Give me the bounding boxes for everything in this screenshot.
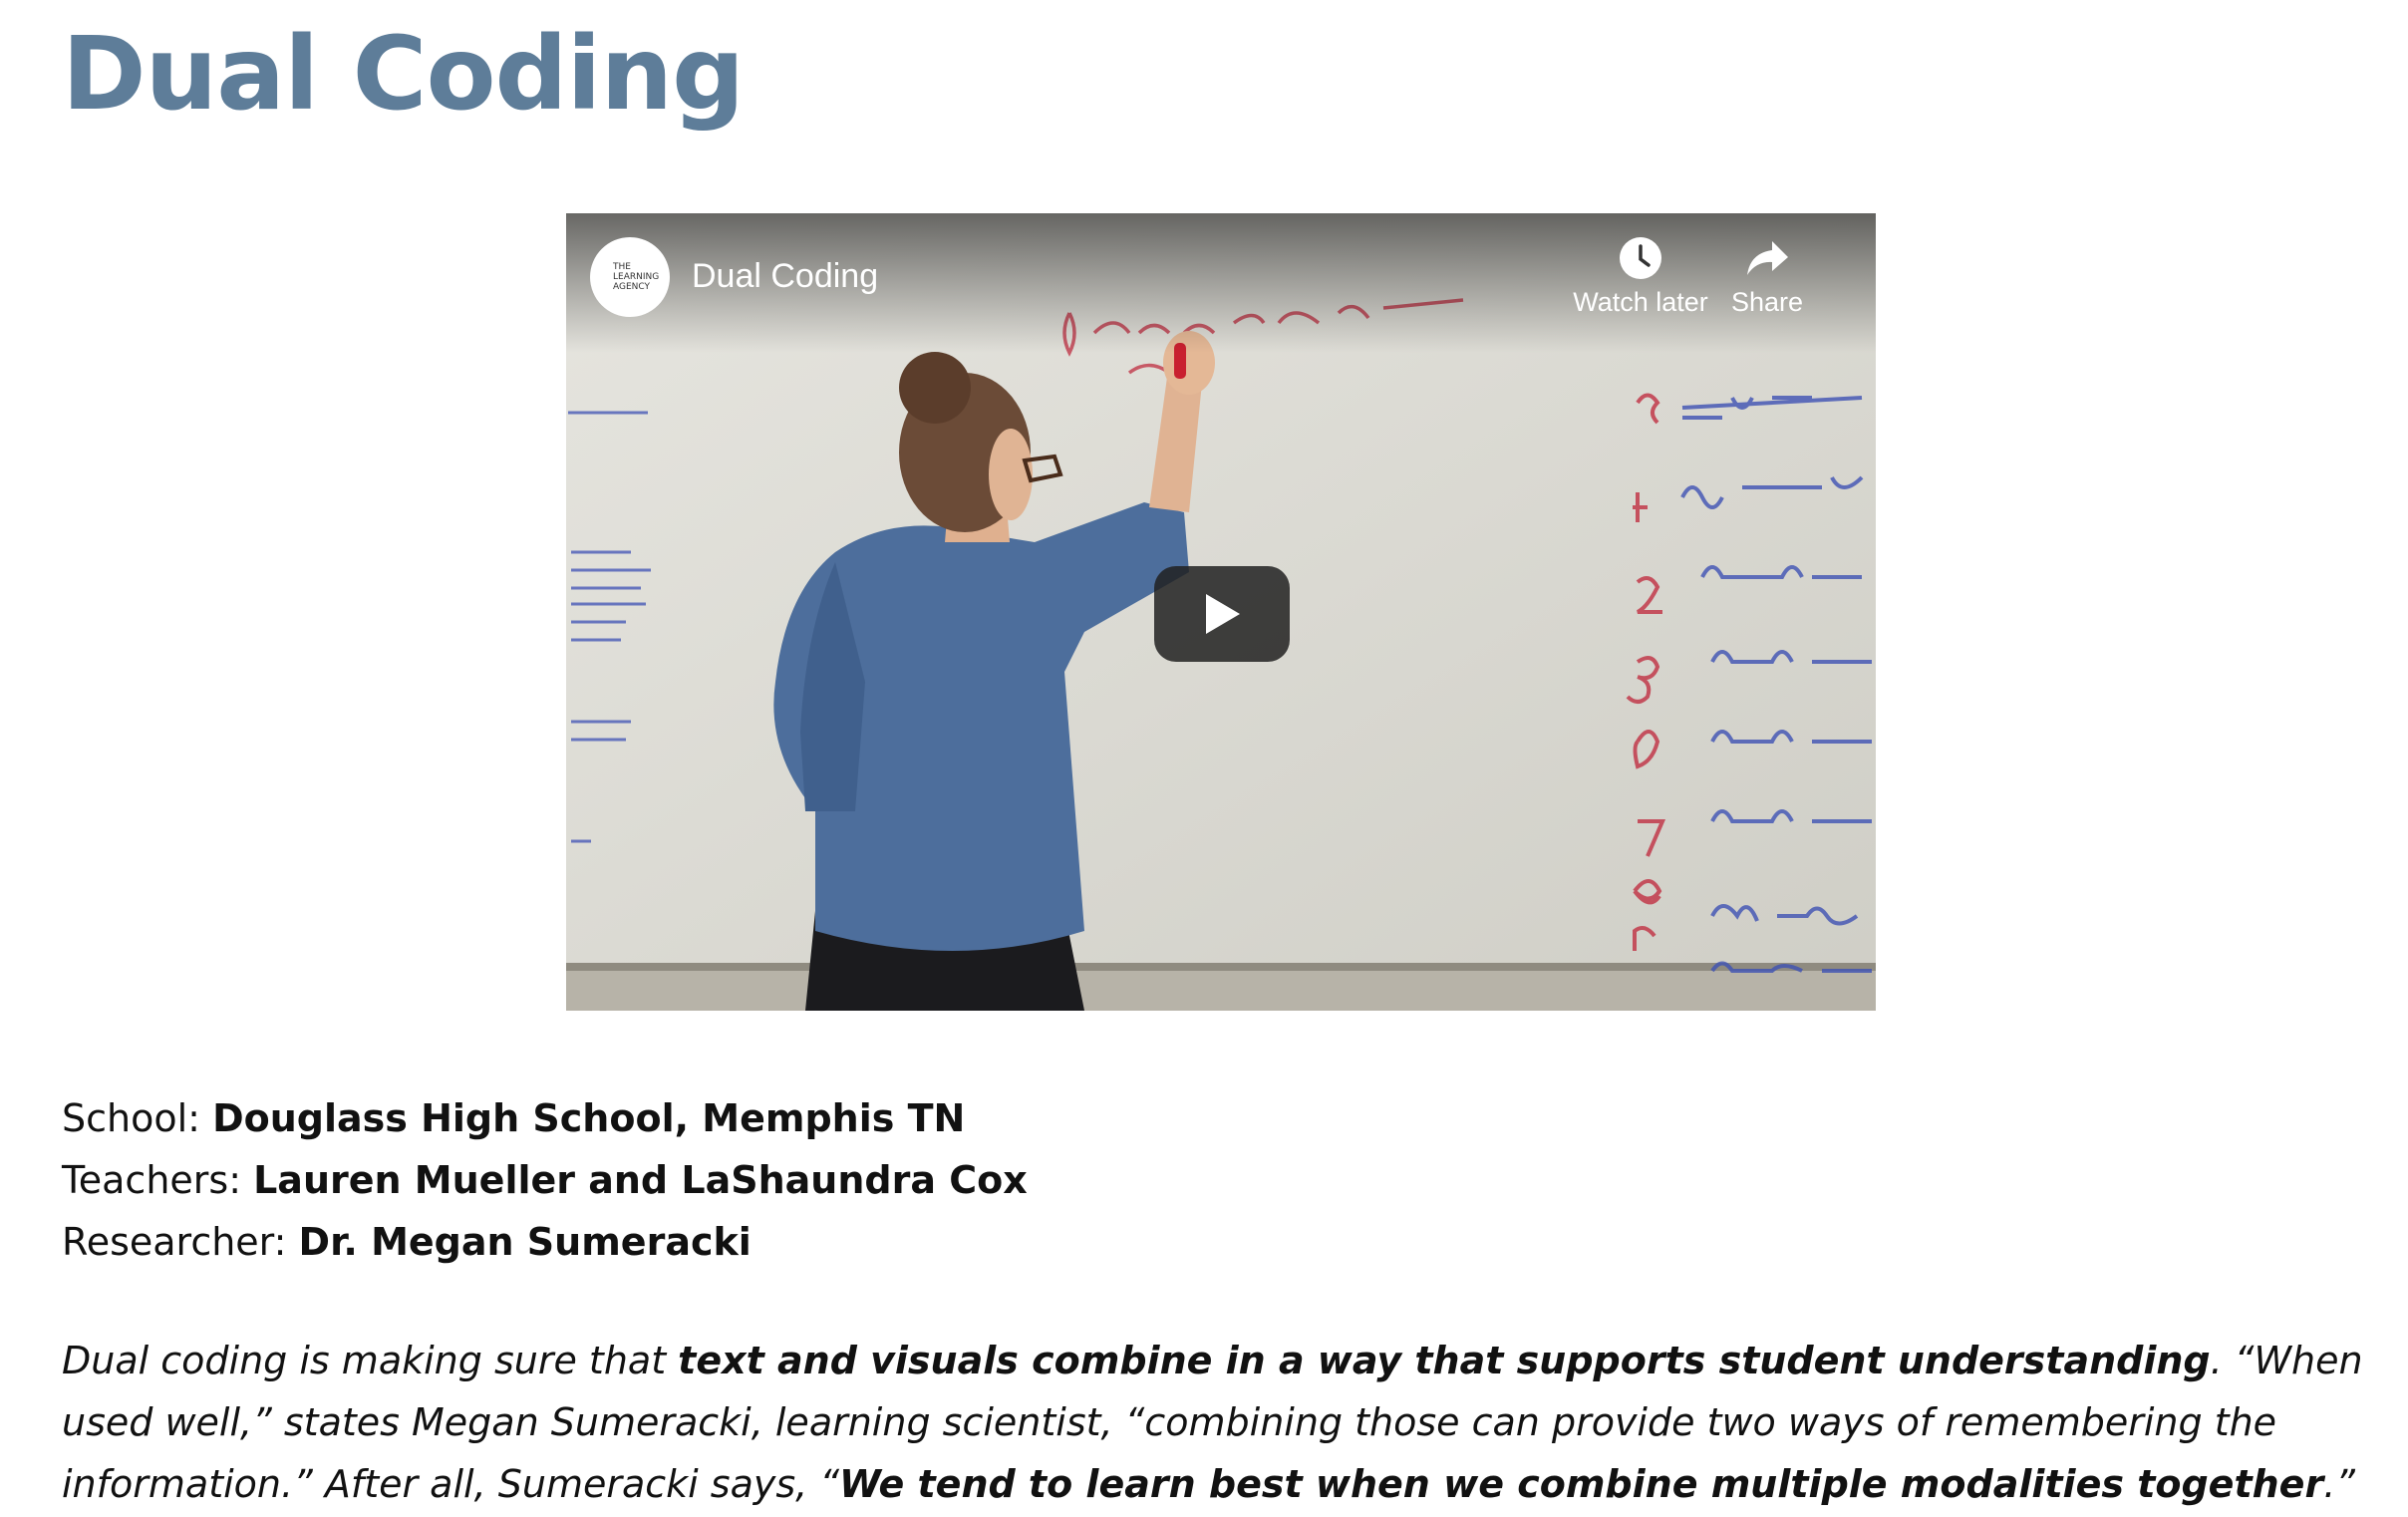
school-value: Douglass High School, Memphis TN (212, 1096, 966, 1140)
researcher-label: Researcher: (62, 1220, 287, 1264)
quote-part-3: .” (2323, 1462, 2355, 1506)
teachers-value: Lauren Mueller and LaShaundra Cox (253, 1158, 1028, 1202)
share-label: Share (1730, 287, 1804, 317)
channel-logo-text: THE LEARNING AGENCY (613, 262, 660, 292)
quote-emphasis-2: We tend to learn best when we combine mu… (839, 1462, 2324, 1506)
researcher-value: Dr. Megan Sumeracki (298, 1220, 752, 1264)
page-title: Dual Coding (62, 15, 745, 134)
teachers-label: Teachers: (62, 1158, 241, 1202)
share-button[interactable]: Share (1717, 235, 1817, 318)
play-icon (1206, 594, 1240, 634)
researcher-line: Researcher: Dr. Megan Sumeracki (62, 1218, 752, 1266)
video-player[interactable]: THE LEARNING AGENCY Dual Coding Watch la… (566, 213, 1876, 1011)
watch-later-button[interactable]: Watch later (1571, 235, 1710, 318)
quote-part-1: Dual coding is making sure that (62, 1339, 679, 1382)
channel-logo[interactable]: THE LEARNING AGENCY (590, 237, 670, 317)
teachers-line: Teachers: Lauren Mueller and LaShaundra … (62, 1156, 1028, 1204)
watch-later-label: Watch later (1573, 287, 1708, 317)
clock-icon (1620, 237, 1661, 279)
quote-emphasis-1: text and visuals combine in a way that s… (678, 1339, 2211, 1382)
play-button[interactable] (1154, 566, 1290, 662)
school-line: School: Douglass High School, Memphis TN (62, 1094, 965, 1142)
description-paragraph: Dual coding is making sure that text and… (62, 1330, 2374, 1515)
video-title[interactable]: Dual Coding (692, 257, 878, 296)
share-arrow-icon (1747, 241, 1788, 275)
school-label: School: (62, 1096, 200, 1140)
